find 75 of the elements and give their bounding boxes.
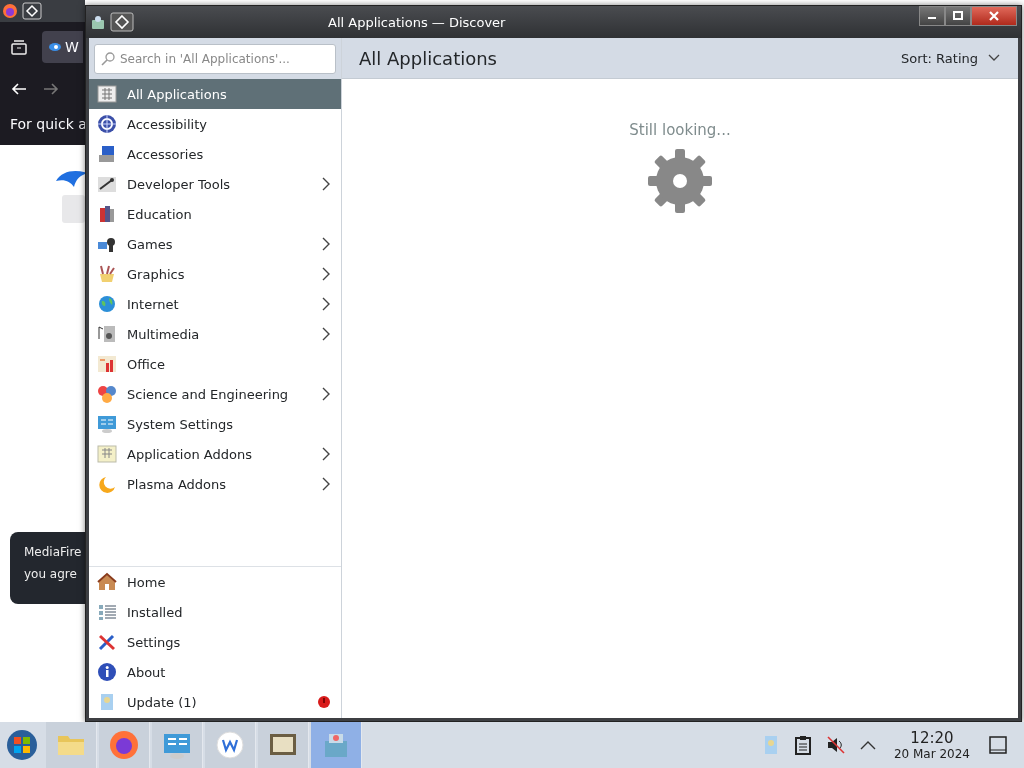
nav-item[interactable]: Settings [89, 627, 341, 657]
close-icon [989, 11, 999, 21]
maximize-icon [953, 11, 963, 21]
info-icon [97, 662, 117, 682]
globe-icon [97, 294, 117, 314]
site-logo-icon [54, 169, 85, 189]
gear-icon [646, 147, 714, 215]
toast-text: you agre [24, 566, 77, 583]
chevron-down-icon [988, 54, 1000, 62]
clipboard-icon[interactable] [793, 735, 812, 755]
site-icon [46, 41, 62, 53]
page-heading: All Applications [359, 47, 497, 69]
browser-tab[interactable]: W [42, 31, 83, 63]
paint-pot-icon [97, 264, 117, 284]
category-item[interactable]: Plasma Addons [89, 469, 341, 499]
list-icon [97, 602, 117, 622]
nav-item[interactable]: Installed [89, 597, 341, 627]
start-orb-icon [6, 729, 38, 761]
clock-time: 12:20 [910, 729, 954, 747]
category-item[interactable]: Education [89, 199, 341, 229]
category-item[interactable]: Multimedia [89, 319, 341, 349]
tab-list-icon[interactable] [10, 39, 28, 55]
compass-icon [97, 114, 117, 134]
category-item[interactable]: Games [89, 229, 341, 259]
category-item[interactable]: Graphics [89, 259, 341, 289]
tools-icon [97, 632, 117, 652]
nav-item[interactable]: Home [89, 567, 341, 597]
letter-circle-icon [214, 729, 246, 761]
house-icon [97, 572, 117, 592]
category-item[interactable]: System Settings [89, 409, 341, 439]
books-icon [97, 204, 117, 224]
forward-arrow-icon[interactable] [42, 82, 60, 96]
chevron-up-icon[interactable] [859, 740, 876, 750]
category-item[interactable]: Accessories [89, 139, 341, 169]
show-desktop-icon[interactable] [988, 735, 1008, 755]
taskbar-button[interactable] [205, 722, 256, 768]
nav-item[interactable]: About [89, 657, 341, 687]
speaker-icon [97, 324, 117, 344]
category-item[interactable]: Accessibility [89, 109, 341, 139]
tools-icon [97, 174, 117, 194]
grid-icon [97, 444, 117, 464]
maximize-button[interactable] [945, 6, 971, 26]
close-button[interactable] [971, 6, 1017, 26]
sort-dropdown[interactable]: Sort: Rating [898, 48, 1002, 68]
taskbar-button[interactable] [152, 722, 203, 768]
category-item[interactable]: Developer Tools [89, 169, 341, 199]
crescent-moon-icon [97, 474, 117, 494]
monitor-settings-icon [97, 414, 117, 434]
category-item[interactable]: Internet [89, 289, 341, 319]
loading-text: Still looking... [629, 121, 731, 139]
browser-logo-icon [108, 729, 140, 761]
category-item[interactable]: Science and Engineering [89, 379, 341, 409]
search-field[interactable]: Search in 'All Applications'... [94, 44, 336, 74]
molecule-icon [97, 384, 117, 404]
clock[interactable]: 12:20 20 Mar 2024 [889, 729, 974, 761]
window-title: All Applications — Discover [327, 14, 507, 30]
notice-text: For quick a [9, 115, 85, 132]
nav-item[interactable]: Update (1) [89, 687, 341, 717]
search-icon [101, 52, 115, 66]
chart-icon [97, 354, 117, 374]
taskbar-button[interactable] [258, 722, 309, 768]
category-item[interactable]: All Applications [89, 79, 341, 109]
window-menu-icon[interactable] [22, 2, 42, 20]
taskbar-button[interactable] [99, 722, 150, 768]
back-arrow-icon[interactable] [10, 82, 28, 96]
window-menu-icon[interactable] [110, 12, 134, 32]
category-item[interactable]: Application Addons [89, 439, 341, 469]
toast-text: MediaFire [24, 544, 82, 561]
browser-logo-icon [2, 3, 18, 19]
app-icon [90, 14, 106, 30]
clock-date: 20 Mar 2024 [893, 747, 970, 761]
minimize-button[interactable] [919, 6, 945, 26]
grid-icon [97, 84, 117, 104]
category-item[interactable]: Office [89, 349, 341, 379]
muted-speaker-icon[interactable] [825, 735, 846, 755]
